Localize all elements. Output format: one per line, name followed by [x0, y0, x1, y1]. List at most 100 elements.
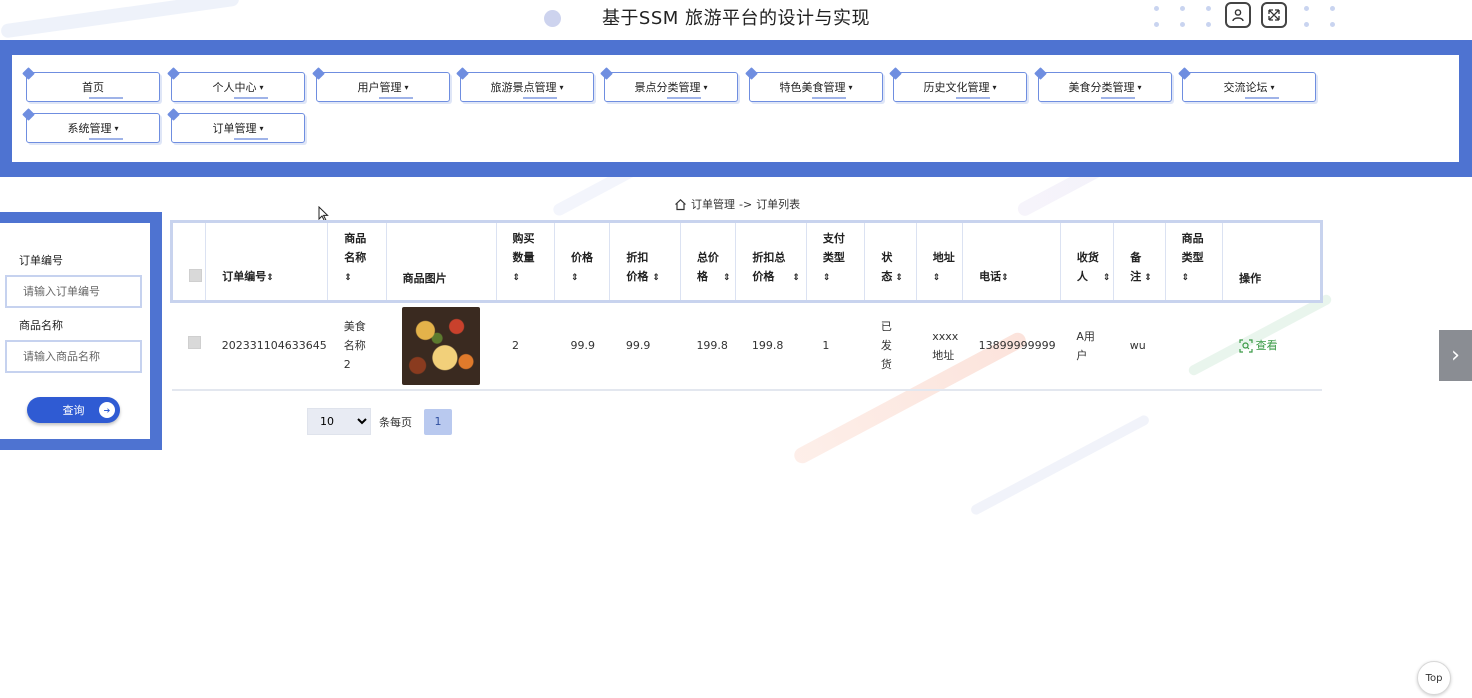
sort-icon[interactable]: ⇕	[513, 273, 521, 283]
nav-item-label: 首页	[82, 81, 104, 94]
checkbox[interactable]	[189, 269, 202, 282]
breadcrumb-parent[interactable]: 订单管理	[691, 196, 735, 212]
pin-icon	[22, 67, 35, 80]
column-header-label: 总价格	[696, 251, 719, 283]
column-header-label: 购买数量	[512, 232, 535, 264]
column-header[interactable]: 购买数量 ⇕	[495, 220, 555, 303]
divider	[234, 97, 268, 99]
sort-icon[interactable]: ⇕	[266, 273, 274, 283]
nav-item-personal-center[interactable]: 个人中心 ▾	[167, 67, 305, 102]
column-header-label: 价格	[570, 251, 593, 264]
divider	[956, 97, 990, 99]
next-arrow-button[interactable]: ›	[1439, 330, 1472, 381]
cell-pay-type: 1	[822, 339, 830, 353]
cell-quantity: 2	[512, 339, 520, 353]
sort-icon[interactable]: ⇕	[823, 273, 831, 283]
column-header[interactable]: 折扣总价格 ⇕	[735, 220, 807, 303]
pin-icon	[745, 67, 758, 80]
background-streak	[969, 413, 1151, 517]
sort-icon[interactable]: ⇕	[1001, 273, 1009, 283]
caret-down-icon: ▾	[848, 82, 853, 92]
sort-icon[interactable]: ⇕	[895, 273, 903, 283]
nav-item-history-culture[interactable]: 历史文化管理 ▾	[889, 67, 1027, 102]
column-header[interactable]: 订单编号⇕	[205, 220, 328, 303]
sort-icon[interactable]: ⇕	[933, 273, 941, 283]
search-button[interactable]: 查询 ➔	[27, 397, 120, 423]
receiver-text: A用户	[1076, 329, 1095, 362]
row-checkbox-cell[interactable]	[172, 302, 206, 390]
pin-icon	[1034, 67, 1047, 80]
column-header[interactable]: 商品名称 ⇕	[327, 220, 387, 303]
caret-down-icon: ▾	[1137, 82, 1142, 92]
divider	[1245, 97, 1279, 99]
column-header-label: 状态	[881, 251, 893, 283]
column-header: 操作	[1222, 220, 1323, 303]
select-all-checkbox[interactable]	[169, 220, 206, 303]
column-header[interactable]: 备注 ⇕	[1113, 220, 1166, 303]
cell-total-price: 199.8	[696, 339, 728, 353]
view-button[interactable]: 查看	[1239, 336, 1322, 355]
cell-receiver: A用户	[1060, 302, 1113, 390]
nav-item-food-categories[interactable]: 美食分类管理 ▾	[1034, 67, 1172, 102]
caret-down-icon: ▾	[992, 82, 997, 92]
nav-item-label: 特色美食管理	[779, 81, 846, 94]
nav-item-label: 用户管理	[357, 81, 402, 94]
column-header[interactable]: 电话⇕	[962, 220, 1061, 303]
page-size-select[interactable]: 10	[307, 408, 371, 435]
cell-actions: 查看	[1223, 302, 1322, 390]
column-header[interactable]: 商品类型 ⇕	[1164, 220, 1223, 303]
column-header-label: 折扣价格	[626, 251, 649, 283]
nav-item-food[interactable]: 特色美食管理 ▾	[745, 67, 883, 102]
cell-status: 已发货	[865, 302, 916, 390]
arrow-right-icon: ➔	[99, 402, 115, 418]
sort-icon[interactable]: ⇕	[1103, 273, 1111, 283]
sort-icon[interactable]: ⇕	[723, 273, 731, 283]
user-icon[interactable]	[1225, 2, 1251, 28]
nav-item-user-management[interactable]: 用户管理 ▾	[312, 67, 450, 102]
sort-icon[interactable]: ⇕	[344, 273, 352, 283]
nav-item-system[interactable]: 系统管理 ▾	[22, 108, 160, 143]
product-name-label: 商品名称	[19, 319, 63, 332]
column-header[interactable]: 支付类型 ⇕	[805, 220, 865, 303]
column-header[interactable]: 收货人 ⇕	[1059, 220, 1114, 303]
fullscreen-icon[interactable]	[1261, 2, 1287, 28]
sort-icon[interactable]: ⇕	[792, 273, 800, 283]
column-header[interactable]: 折扣价格 ⇕	[609, 220, 681, 303]
sort-icon[interactable]: ⇕	[571, 273, 579, 283]
checkbox[interactable]	[187, 336, 201, 350]
column-header[interactable]: 地址 ⇕	[915, 220, 963, 303]
page-number-button[interactable]: 1	[424, 408, 452, 435]
sort-icon[interactable]: ⇕	[652, 273, 660, 283]
product-name-input[interactable]	[5, 340, 142, 373]
nav-item-home[interactable]: 首页	[22, 67, 160, 102]
address-text: xxxx地址	[932, 329, 959, 362]
column-header[interactable]: 状态 ⇕	[864, 220, 917, 303]
column-header: 商品图片	[385, 220, 497, 303]
nav-item-label: 订单管理	[212, 122, 257, 135]
back-to-top-button[interactable]: Top	[1417, 661, 1451, 695]
nav-item-attraction-categories[interactable]: 景点分类管理 ▾	[600, 67, 738, 102]
divider	[234, 138, 268, 140]
nav-item-orders[interactable]: 订单管理 ▾	[167, 108, 305, 143]
cell-address: xxxx地址	[916, 302, 962, 390]
sort-icon[interactable]: ⇕	[1182, 273, 1190, 283]
product-name-text: 美食名称2	[343, 320, 366, 372]
order-no-input[interactable]	[5, 275, 142, 308]
product-image[interactable]	[402, 306, 481, 385]
caret-down-icon: ▾	[559, 82, 564, 92]
column-header[interactable]: 价格 ⇕	[553, 220, 610, 303]
per-page-label: 条每页	[379, 415, 412, 429]
nav-item-forum[interactable]: 交流论坛 ▾	[1178, 67, 1316, 102]
caret-down-icon: ▾	[259, 123, 264, 133]
home-icon	[675, 198, 686, 210]
sort-icon[interactable]: ⇕	[1144, 273, 1152, 283]
pin-icon	[22, 108, 35, 121]
column-header[interactable]: 总价格 ⇕	[679, 220, 736, 303]
table-header-row: 订单编号⇕ 商品名称 ⇕ 商品图片 购买数量 ⇕ 价格 ⇕ 折扣价格 ⇕ 总价格 ⇕ 折扣…	[169, 220, 1323, 303]
column-header-label: 订单编号	[222, 270, 267, 283]
search-form: 订单编号 商品名称 查询 ➔	[0, 223, 150, 439]
nav-item-label: 景点分类管理	[634, 81, 701, 94]
nav-item-attractions[interactable]: 旅游景点管理 ▾	[456, 67, 594, 102]
order-no-label: 订单编号	[19, 254, 63, 267]
divider	[89, 138, 123, 140]
